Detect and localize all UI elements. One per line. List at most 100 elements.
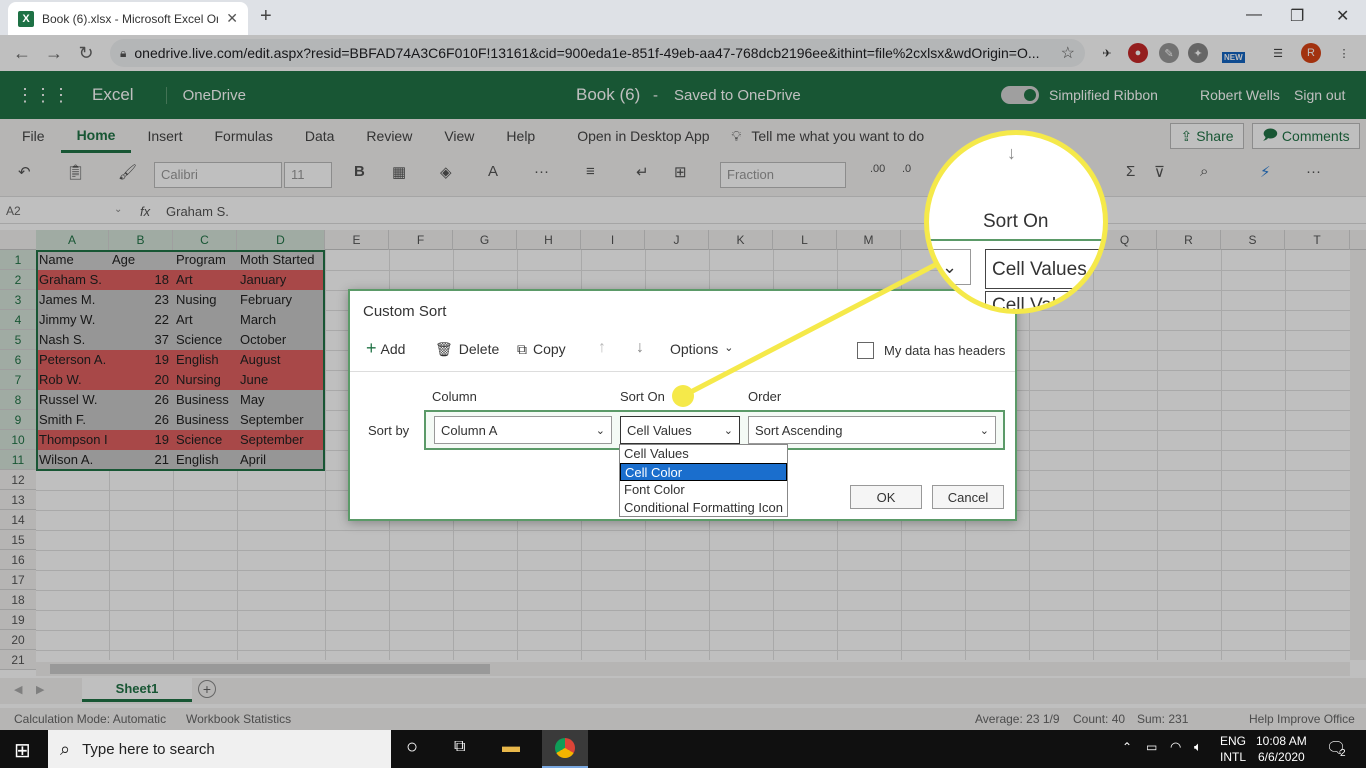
font-size-select[interactable]: 11 xyxy=(284,162,332,188)
user-name[interactable]: Robert Wells xyxy=(1200,87,1280,103)
app-name[interactable]: Excel xyxy=(92,85,134,105)
column-header-m[interactable]: M xyxy=(837,230,901,250)
sheet-tab[interactable]: Sheet1 xyxy=(82,678,192,702)
wrap-text-icon[interactable]: ↵ xyxy=(636,163,649,181)
row-header[interactable]: 14 xyxy=(0,510,36,530)
tab-data[interactable]: Data xyxy=(289,119,351,153)
extension-stop-icon[interactable]: ● xyxy=(1128,43,1148,63)
row-header[interactable]: 20 xyxy=(0,630,36,650)
move-down-icon[interactable]: ↓ xyxy=(636,339,644,357)
forward-icon[interactable]: → xyxy=(38,43,70,64)
row-header[interactable]: 12 xyxy=(0,470,36,490)
extension-new-badge[interactable]: NEW xyxy=(1222,52,1245,63)
row-header[interactable]: 13 xyxy=(0,490,36,510)
add-level-button[interactable]: + Add xyxy=(366,339,405,357)
tab-home[interactable]: Home xyxy=(60,119,132,153)
column-header-e[interactable]: E xyxy=(325,230,389,250)
cancel-button[interactable]: Cancel xyxy=(932,485,1004,509)
row-header[interactable]: 1 xyxy=(0,250,36,270)
tab-formulas[interactable]: Formulas xyxy=(198,119,288,153)
tell-me-search[interactable]: Tell me what you want to do xyxy=(751,128,924,144)
row-header[interactable]: 4 xyxy=(0,310,36,330)
format-painter-icon[interactable]: 🖌︎ xyxy=(118,163,137,181)
close-window-icon[interactable]: ✕ xyxy=(1336,6,1349,26)
tray-chevron-icon[interactable]: ⌃ xyxy=(1122,740,1132,754)
column-header-b[interactable]: B xyxy=(109,230,173,250)
bold-icon[interactable]: B xyxy=(354,163,365,180)
more-font-icon[interactable]: ··· xyxy=(534,163,549,180)
service-name[interactable]: OneDrive xyxy=(165,86,246,104)
volume-icon[interactable]: 🔈︎ xyxy=(1194,739,1202,755)
row-header[interactable]: 9 xyxy=(0,410,36,430)
network-icon[interactable]: ◠ xyxy=(1170,739,1181,755)
horizontal-scrollbar[interactable] xyxy=(36,662,1350,676)
extension-wand-icon[interactable]: ✦ xyxy=(1188,43,1208,63)
file-explorer-icon[interactable]: ▬ xyxy=(502,736,520,757)
language-intl[interactable]: INTL xyxy=(1220,750,1246,764)
paste-icon[interactable]: 📋︎ xyxy=(66,163,85,181)
column-header-a[interactable]: A xyxy=(36,230,109,250)
workbook-statistics[interactable]: Workbook Statistics xyxy=(186,712,291,726)
minimize-icon[interactable]: — xyxy=(1246,6,1262,24)
comments-button[interactable]: 🗩︎ Comments xyxy=(1252,123,1360,149)
help-improve-office[interactable]: Help Improve Office xyxy=(1249,712,1355,726)
column-header-l[interactable]: L xyxy=(773,230,837,250)
maximize-icon[interactable]: ❐ xyxy=(1290,6,1304,26)
column-header-j[interactable]: J xyxy=(645,230,709,250)
row-header[interactable]: 19 xyxy=(0,610,36,630)
number-format-select[interactable]: Fraction xyxy=(720,162,846,188)
fill-color-icon[interactable]: ◈ xyxy=(440,163,452,181)
option-cell-values[interactable]: Cell Values xyxy=(620,445,787,463)
simplified-ribbon-toggle[interactable] xyxy=(1001,86,1039,104)
find-icon[interactable]: ⌕ xyxy=(1200,163,1208,180)
column-header-i[interactable]: I xyxy=(581,230,645,250)
font-name-select[interactable]: Calibri xyxy=(154,162,282,188)
option-cell-color[interactable]: Cell Color xyxy=(620,463,787,481)
column-header-t[interactable]: T xyxy=(1285,230,1350,250)
column-header-d[interactable]: D xyxy=(237,230,325,250)
task-view-icon[interactable]: ⧉ xyxy=(454,738,465,756)
reading-list-icon[interactable]: ☰ xyxy=(1268,43,1288,63)
row-header[interactable]: 6 xyxy=(0,350,36,370)
column-header-f[interactable]: F xyxy=(389,230,453,250)
open-desktop-app[interactable]: Open in Desktop App xyxy=(561,119,725,153)
row-header[interactable]: 21 xyxy=(0,650,36,670)
tab-insert[interactable]: Insert xyxy=(131,119,198,153)
option-font-color[interactable]: Font Color xyxy=(620,481,787,499)
chrome-taskbar-icon[interactable] xyxy=(542,730,588,768)
vertical-scrollbar[interactable] xyxy=(1350,250,1366,660)
name-box[interactable]: A2 xyxy=(6,204,21,218)
row-header[interactable]: 15 xyxy=(0,530,36,550)
row-header[interactable]: 11 xyxy=(0,450,36,470)
decrease-decimal-icon[interactable]: .0 xyxy=(902,163,911,175)
sheet-nav-next-icon[interactable]: ▶ xyxy=(36,683,44,696)
ribbon-more-icon[interactable]: ··· xyxy=(1306,163,1321,180)
formula-input[interactable]: Graham S. xyxy=(166,204,229,219)
order-select[interactable]: Sort Ascending ⌄ xyxy=(748,416,996,444)
cortana-icon[interactable]: ○ xyxy=(406,736,418,759)
row-header[interactable]: 16 xyxy=(0,550,36,570)
row-header[interactable]: 7 xyxy=(0,370,36,390)
battery-icon[interactable]: ▭ xyxy=(1146,740,1157,754)
row-header[interactable]: 5 xyxy=(0,330,36,350)
windows-start-icon[interactable]: ⊞ xyxy=(14,738,31,763)
sheet-nav-prev-icon[interactable]: ◀ xyxy=(14,683,22,696)
copy-level-button[interactable]: ⧉ Copy xyxy=(517,341,566,358)
reload-icon[interactable]: ↻ xyxy=(70,43,102,64)
tab-file[interactable]: File xyxy=(0,119,61,153)
options-button[interactable]: Options ⌄ xyxy=(670,341,733,357)
tab-help[interactable]: Help xyxy=(490,119,551,153)
address-bar[interactable]: 🔒︎ onedrive.live.com/edit.aspx?resid=BBF… xyxy=(110,39,1085,67)
delete-level-button[interactable]: 🗑︎ Delete xyxy=(435,341,499,358)
column-header-c[interactable]: C xyxy=(173,230,237,250)
add-sheet-button[interactable]: + xyxy=(198,680,216,698)
back-icon[interactable]: ← xyxy=(6,43,38,64)
clock-time[interactable]: 10:08 AM xyxy=(1256,734,1307,748)
ok-button[interactable]: OK xyxy=(850,485,922,509)
move-up-icon[interactable]: ↑ xyxy=(598,339,606,357)
app-launcher-icon[interactable]: ⋮⋮⋮ xyxy=(16,85,70,106)
column-header-s[interactable]: S xyxy=(1221,230,1285,250)
ideas-icon[interactable]: ⚡︎ xyxy=(1260,163,1271,181)
column-header-g[interactable]: G xyxy=(453,230,517,250)
font-color-icon[interactable]: A xyxy=(488,163,498,180)
